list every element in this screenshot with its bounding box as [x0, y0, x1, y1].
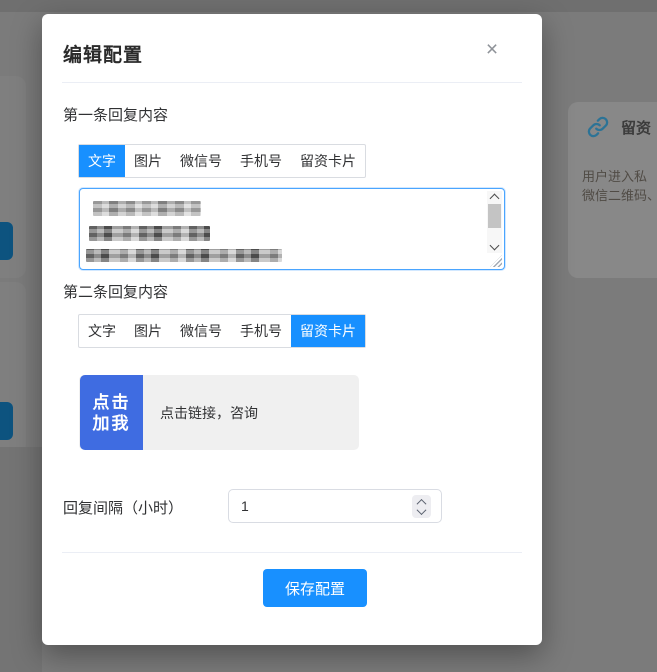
first-reply-label: 第一条回复内容: [63, 107, 169, 124]
backdrop-blue-button-2: [0, 402, 13, 440]
tab-wechat-id-1[interactable]: 微信号: [171, 145, 231, 177]
reply-content-textarea[interactable]: [79, 188, 505, 270]
second-reply-tabbar: 文字 图片 微信号 手机号 留资卡片: [78, 314, 366, 348]
link-icon: [587, 116, 609, 138]
reply-interval-label: 回复间隔（小时）: [63, 500, 184, 517]
scroll-down-icon[interactable]: [487, 240, 502, 253]
redacted-text-line: [86, 249, 282, 262]
tab-image-2[interactable]: 图片: [125, 315, 171, 347]
redacted-text-line: [93, 201, 201, 216]
scroll-up-icon[interactable]: [487, 191, 502, 204]
scrollbar-thumb[interactable]: [488, 204, 501, 228]
reply-interval-input[interactable]: [228, 489, 442, 523]
tab-text-1[interactable]: 文字: [79, 145, 125, 177]
backdrop-blue-button-1: [0, 222, 13, 260]
tab-text-2[interactable]: 文字: [79, 315, 125, 347]
tab-wechat-id-2[interactable]: 微信号: [171, 315, 231, 347]
first-reply-tabbar: 文字 图片 微信号 手机号 留资卡片: [78, 144, 366, 178]
redacted-text-line: [89, 226, 210, 241]
tab-phone-2[interactable]: 手机号: [231, 315, 291, 347]
badge-line: 点击: [92, 392, 131, 412]
tab-lead-card-2[interactable]: 留资卡片: [291, 315, 365, 347]
save-config-button[interactable]: 保存配置: [263, 569, 367, 607]
backdrop-panel-desc-line: 用户进入私: [582, 169, 648, 184]
backdrop-top-bar: [0, 0, 657, 12]
tab-phone-1[interactable]: 手机号: [231, 145, 291, 177]
backdrop-panel-title: 留资: [621, 119, 652, 137]
second-reply-label: 第二条回复内容: [63, 284, 169, 301]
header-divider: [62, 82, 522, 83]
modal-title: 编辑配置: [63, 45, 144, 66]
tab-image-1[interactable]: 图片: [125, 145, 171, 177]
edit-config-modal: 编辑配置 × 第一条回复内容 文字 图片 微信号 手机号 留资卡片 第二条回复内…: [42, 14, 542, 645]
badge-line: 加我: [92, 413, 131, 433]
number-stepper[interactable]: [412, 495, 431, 518]
screen: 留资 用户进入私 微信二维码、 编辑配置 × 第一条回复内容 文字 图片 微信号…: [0, 0, 657, 672]
resize-grip-icon[interactable]: [490, 255, 502, 267]
backdrop-panel-desc-line: 微信二维码、: [582, 188, 657, 203]
backdrop-lead-panel: 留资 用户进入私 微信二维码、: [568, 102, 657, 278]
footer-divider: [62, 552, 522, 553]
click-add-me-badge: 点击 加我: [80, 375, 143, 450]
tab-lead-card-1[interactable]: 留资卡片: [291, 145, 365, 177]
textarea-scrollbar[interactable]: [487, 191, 502, 253]
close-icon[interactable]: ×: [480, 38, 504, 62]
backdrop-lead-panel-header: 留资: [585, 114, 651, 140]
lead-card-text: 点击链接，咨询: [160, 404, 258, 421]
lead-card-preview: 点击 加我 点击链接，咨询: [79, 375, 359, 450]
backdrop-bottom-band: [0, 447, 42, 672]
